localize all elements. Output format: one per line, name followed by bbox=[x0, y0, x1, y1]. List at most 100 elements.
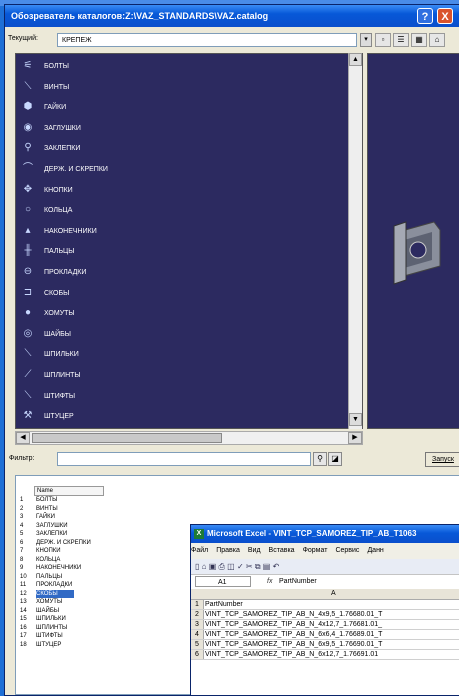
table-row[interactable]: 13 ХОМУТЫ bbox=[18, 598, 118, 606]
excel-row[interactable]: 4 VINT_TCP_SAMOREZ_TIP_AB_N_6x6,4_1.76689… bbox=[191, 630, 459, 640]
formula-input[interactable]: PartNumber bbox=[279, 575, 317, 589]
undo-icon[interactable]: ↶ bbox=[273, 562, 280, 571]
horizontal-scrollbar[interactable]: ◀ ▶ bbox=[15, 431, 363, 445]
excel-menu-item[interactable]: Сервис bbox=[335, 547, 359, 554]
excel-cell[interactable]: VINT_TCP_SAMOREZ_TIP_AB_N_6x12,7_1.76691… bbox=[205, 650, 378, 659]
excel-menu-item[interactable]: Файл bbox=[191, 547, 208, 554]
view-list-icon[interactable]: ☰ bbox=[393, 33, 409, 47]
catalog-item[interactable]: ○ КОЛЬЦА bbox=[22, 202, 342, 220]
row-number: 18 bbox=[20, 641, 27, 648]
view-icons-icon[interactable]: ▦ bbox=[411, 33, 427, 47]
paste-icon[interactable]: ▤ bbox=[263, 562, 271, 571]
excel-menu-item[interactable]: Данн bbox=[367, 547, 383, 554]
open-file-icon[interactable]: ⌂ bbox=[202, 562, 207, 571]
catalog-item[interactable]: ⊐ СКОБЫ bbox=[22, 285, 342, 303]
excel-row[interactable]: 6 VINT_TCP_SAMOREZ_TIP_AB_N_6x12,7_1.7669… bbox=[191, 650, 459, 660]
window-titlebar[interactable]: Обозреватель каталогов:Z:\VAZ_STANDARDS\… bbox=[5, 5, 459, 27]
new-file-icon[interactable]: ▯ bbox=[195, 562, 199, 571]
close-button[interactable]: X bbox=[437, 8, 453, 24]
vertical-scrollbar[interactable]: ▲ ▼ bbox=[348, 53, 362, 429]
excel-menu-item[interactable]: Вставка bbox=[269, 547, 295, 554]
table-row[interactable]: 7 КНОПКИ bbox=[18, 547, 118, 555]
excel-cell[interactable]: PartNumber bbox=[205, 600, 243, 609]
table-row[interactable]: 4 ЗАГЛУШКИ bbox=[18, 522, 118, 530]
excel-row[interactable]: 5 VINT_TCP_SAMOREZ_TIP_AB_N_6x9,5_1.76690… bbox=[191, 640, 459, 650]
excel-cell[interactable]: VINT_TCP_SAMOREZ_TIP_AB_N_4x12,7_1.76681… bbox=[205, 620, 382, 629]
chevron-down-icon[interactable]: ▾ bbox=[360, 33, 372, 47]
print-icon[interactable]: ⎙ bbox=[219, 562, 225, 571]
spellcheck-icon[interactable]: ✓ bbox=[237, 562, 244, 571]
excel-column-header: A bbox=[191, 589, 459, 600]
table-row[interactable]: 1 БОЛТЫ bbox=[18, 496, 118, 504]
excel-cell[interactable]: VINT_TCP_SAMOREZ_TIP_AB_N_4x9,5_1.76680.… bbox=[205, 610, 382, 619]
table-row[interactable]: 8 КОЛЬЦА bbox=[18, 556, 118, 564]
clip-icon: ⌒ bbox=[23, 163, 33, 174]
catalog-item[interactable]: ⊖ ПРОКЛАДКИ bbox=[22, 264, 342, 282]
excel-row[interactable]: 1 PartNumber bbox=[191, 600, 459, 610]
scroll-right-icon[interactable]: ▶ bbox=[348, 432, 362, 444]
tip-icon: ▴ bbox=[25, 224, 31, 236]
catalog-item[interactable]: ⌒ ДЕРЖ. И СКРЕПКИ bbox=[22, 161, 342, 179]
table-row[interactable]: 3 ГАЙКИ bbox=[18, 513, 118, 521]
name-box[interactable]: A1 bbox=[195, 576, 251, 587]
catalog-item[interactable]: ● ХОМУТЫ bbox=[22, 305, 342, 323]
excel-row[interactable]: 2 VINT_TCP_SAMOREZ_TIP_AB_N_4x9,5_1.76680… bbox=[191, 610, 459, 620]
excel-titlebar[interactable]: X Microsoft Excel - VINT_TCP_SAMOREZ_TIP… bbox=[191, 525, 459, 543]
column-header-name[interactable]: Name bbox=[34, 486, 104, 496]
bolt-icon: ⚟ bbox=[23, 60, 33, 71]
catalog-item[interactable]: ✥ КНОПКИ bbox=[22, 182, 342, 200]
fx-icon[interactable]: fx bbox=[267, 575, 272, 589]
filter-clear-icon[interactable]: ◪ bbox=[328, 452, 342, 466]
catalog-item[interactable]: ▴ НАКОНЕЧНИКИ bbox=[22, 223, 342, 241]
table-row[interactable]: 15 ШПИЛЬКИ bbox=[18, 615, 118, 623]
help-button[interactable]: ? bbox=[417, 8, 433, 24]
table-row[interactable]: 14 ШАЙБЫ bbox=[18, 607, 118, 615]
catalog-item[interactable]: ◉ ЗАГЛУШКИ bbox=[22, 120, 342, 138]
scroll-thumb[interactable] bbox=[32, 433, 222, 443]
scroll-down-icon[interactable]: ▼ bbox=[349, 413, 362, 426]
catalog-item[interactable]: ⚒ ШТУЦЕР bbox=[22, 408, 342, 426]
table-row[interactable]: 17 ШТИФТЫ bbox=[18, 632, 118, 640]
table-row[interactable]: 16 ШПЛИНТЫ bbox=[18, 624, 118, 632]
binoculars-icon[interactable]: ⚲ bbox=[313, 452, 327, 466]
catalog-item[interactable]: ⟍ ВИНТЫ bbox=[22, 79, 342, 97]
catalog-item[interactable]: ⟍ ШТИФТЫ bbox=[22, 388, 342, 406]
table-row[interactable]: 18 ШТУЦЕР bbox=[18, 641, 118, 649]
preview-icon[interactable]: ◫ bbox=[227, 562, 235, 571]
table-row[interactable]: 9 НАКОНЕЧНИКИ bbox=[18, 564, 118, 572]
browse-back-icon[interactable]: ▫ bbox=[375, 33, 391, 47]
current-catalog-field[interactable]: КРЕПЕЖ bbox=[57, 33, 357, 47]
catalog-item[interactable]: ⚲ ЗАКЛЕПКИ bbox=[22, 140, 342, 158]
excel-menu-item[interactable]: Вид bbox=[248, 547, 261, 554]
catalog-item-label: СКОБЫ bbox=[44, 289, 70, 297]
row-name: НАКОНЕЧНИКИ bbox=[36, 565, 82, 571]
catalog-item[interactable]: ╫ ПАЛЬЦЫ bbox=[22, 243, 342, 261]
excel-cell[interactable]: VINT_TCP_SAMOREZ_TIP_AB_N_6x6,4_1.76689.… bbox=[205, 630, 382, 639]
scroll-up-icon[interactable]: ▲ bbox=[349, 53, 362, 66]
table-row[interactable]: 5 ЗАКЛЕПКИ bbox=[18, 530, 118, 538]
catalog-item[interactable]: ◎ ШАЙБЫ bbox=[22, 326, 342, 344]
excel-cell[interactable]: VINT_TCP_SAMOREZ_TIP_AB_N_6x9,5_1.76690.… bbox=[205, 640, 382, 649]
cut-icon[interactable]: ✂ bbox=[246, 562, 253, 571]
scroll-left-icon[interactable]: ◀ bbox=[16, 432, 30, 444]
table-row[interactable]: 6 ДЕРЖ. И СКРЕПКИ bbox=[18, 539, 118, 547]
table-row[interactable]: 2 ВИНТЫ bbox=[18, 505, 118, 513]
filter-input[interactable] bbox=[57, 452, 311, 466]
catalog-item[interactable]: ⚟ БОЛТЫ bbox=[22, 58, 342, 76]
open-folder-icon[interactable]: ⌂ bbox=[429, 33, 445, 47]
excel-row[interactable]: 3 VINT_TCP_SAMOREZ_TIP_AB_N_4x12,7_1.7668… bbox=[191, 620, 459, 630]
table-row[interactable]: 10 ПАЛЬЦЫ bbox=[18, 573, 118, 581]
table-row[interactable]: 12 СКОБЫ bbox=[18, 589, 118, 598]
catalog-item-label: ПРОКЛАДКИ bbox=[44, 269, 87, 276]
row-name: ШТУЦЕР bbox=[36, 641, 62, 648]
catalog-item[interactable]: ⟋ ШПЛИНТЫ bbox=[22, 367, 342, 385]
save-icon[interactable]: ▣ bbox=[209, 562, 217, 571]
copy-icon[interactable]: ⧉ bbox=[255, 562, 261, 571]
run-query-button[interactable]: Запуск bbox=[425, 452, 459, 467]
column-a-header[interactable]: A bbox=[331, 589, 336, 599]
catalog-item[interactable]: ⬢ ГАЙКИ bbox=[22, 99, 342, 117]
excel-menu-item[interactable]: Правка bbox=[216, 547, 240, 554]
excel-menu-item[interactable]: Формат bbox=[303, 547, 328, 554]
catalog-item[interactable]: ⟍ ШПИЛЬКИ bbox=[22, 346, 342, 364]
table-row[interactable]: 11 ПРОКЛАДКИ bbox=[18, 581, 118, 589]
